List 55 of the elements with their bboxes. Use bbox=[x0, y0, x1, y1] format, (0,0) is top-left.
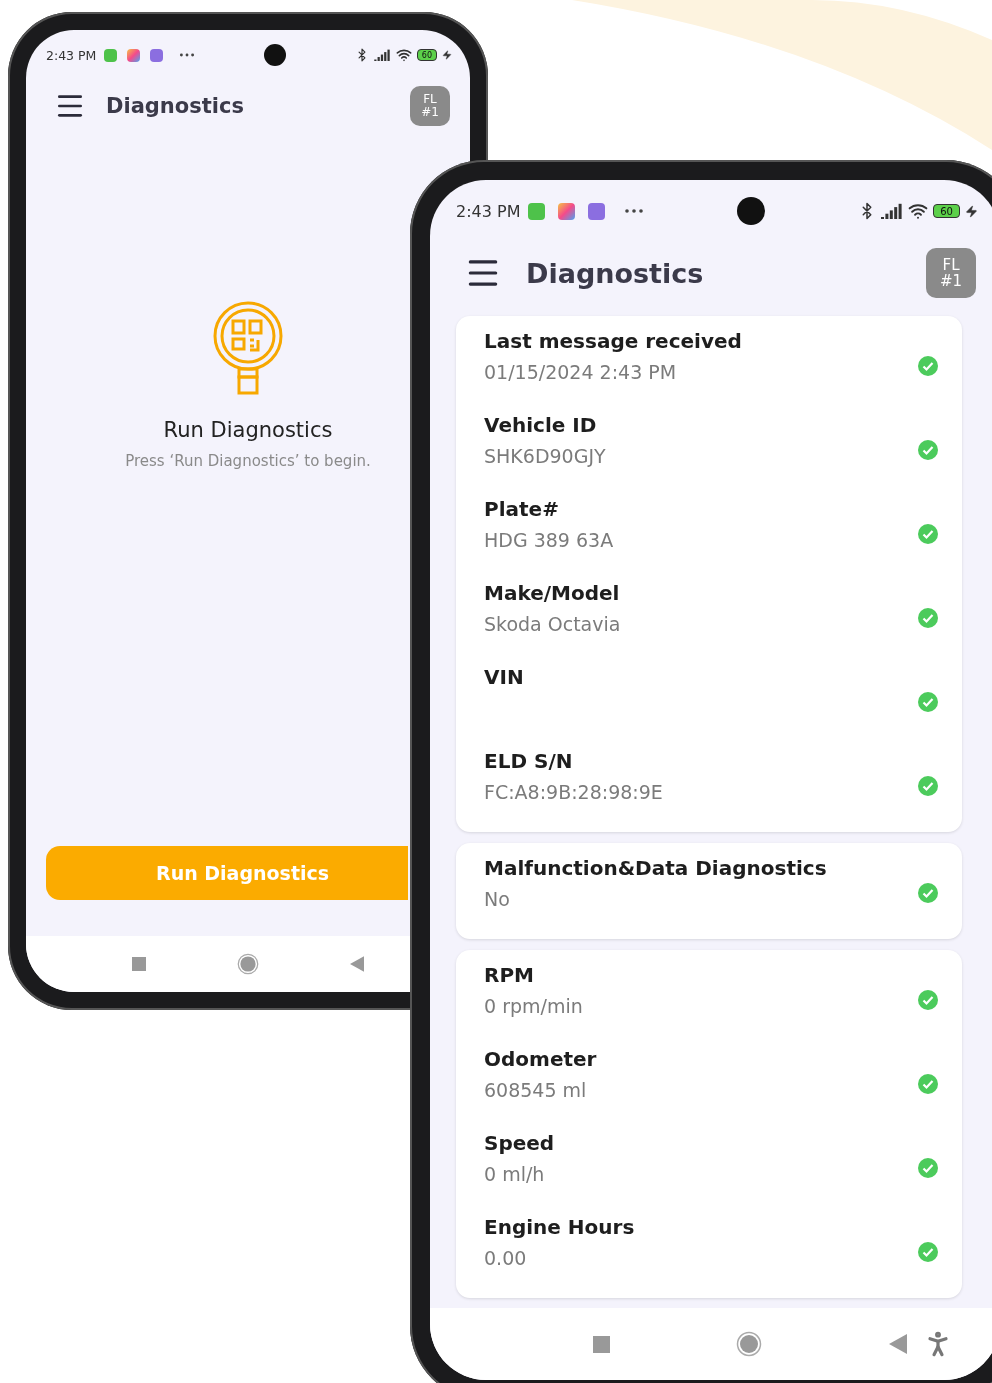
more-icon bbox=[179, 52, 196, 58]
screen-title: Diagnostics bbox=[106, 94, 245, 118]
app-icon bbox=[104, 48, 118, 62]
more-icon bbox=[624, 208, 645, 214]
home-button[interactable] bbox=[736, 1331, 763, 1357]
field-label: Last message received bbox=[484, 329, 743, 353]
signal-icon bbox=[373, 49, 391, 61]
signal-icon bbox=[881, 203, 904, 219]
field-value: 01/15/2024 2:43 PM bbox=[484, 361, 678, 383]
battery-icon: 60 bbox=[416, 49, 437, 61]
field-label: ELD S/N bbox=[484, 749, 574, 773]
field-value: HDG 389 63A bbox=[484, 529, 615, 551]
field-value: 608545 ml bbox=[484, 1079, 588, 1101]
home-button[interactable] bbox=[237, 953, 259, 975]
field-value: No bbox=[484, 888, 511, 910]
camera-hole bbox=[264, 44, 287, 66]
app-icon bbox=[127, 48, 141, 62]
user-badge[interactable]: FL #1 bbox=[410, 86, 450, 126]
app-icon bbox=[150, 48, 164, 62]
run-diagnostics-button[interactable]: Run Diagnostics bbox=[46, 846, 408, 900]
charging-icon bbox=[442, 50, 452, 60]
screen-title: Diagnostics bbox=[526, 257, 705, 289]
back-button[interactable] bbox=[350, 956, 365, 972]
charging-icon bbox=[965, 204, 978, 218]
field-label: Plate# bbox=[484, 497, 560, 521]
app-icon bbox=[588, 202, 606, 220]
field-value: 0 ml/h bbox=[484, 1163, 546, 1185]
back-button[interactable] bbox=[888, 1334, 907, 1354]
field-label: Make/Model bbox=[484, 581, 621, 605]
field-label: Malfunction&Data Diagnostics bbox=[484, 856, 828, 880]
empty-state-title: Run Diagnostics bbox=[163, 418, 333, 442]
recents-button[interactable] bbox=[131, 957, 146, 971]
field-label: VIN bbox=[484, 665, 525, 689]
field-label: RPM bbox=[484, 963, 535, 987]
qr-magnifier-icon bbox=[212, 300, 284, 396]
empty-state-hint: Press ‘Run Diagnostics’ to begin. bbox=[125, 452, 371, 470]
field-label: Engine Hours bbox=[484, 1215, 636, 1239]
wifi-icon bbox=[395, 47, 412, 63]
camera-hole bbox=[737, 197, 766, 225]
field-value: 0.00 bbox=[484, 1247, 528, 1269]
field-label: Speed bbox=[484, 1131, 556, 1155]
field-label: Odometer bbox=[484, 1047, 598, 1071]
app-icon bbox=[558, 202, 576, 220]
app-icon bbox=[528, 202, 546, 220]
status-time: 2:43 PM bbox=[456, 201, 521, 221]
wifi-icon bbox=[908, 201, 929, 221]
field-value: FC:A8:9B:28:98:9E bbox=[484, 781, 664, 803]
field-value: Skoda Octavia bbox=[484, 613, 622, 635]
status-time: 2:43 PM bbox=[46, 47, 97, 63]
field-value: SHK6D90GJY bbox=[484, 445, 607, 467]
field-label: Vehicle ID bbox=[484, 413, 598, 437]
battery-icon: 60 bbox=[933, 204, 960, 218]
recents-button[interactable] bbox=[593, 1335, 611, 1353]
user-badge[interactable]: FL #1 bbox=[926, 248, 976, 298]
field-value: 0 rpm/min bbox=[484, 995, 584, 1017]
